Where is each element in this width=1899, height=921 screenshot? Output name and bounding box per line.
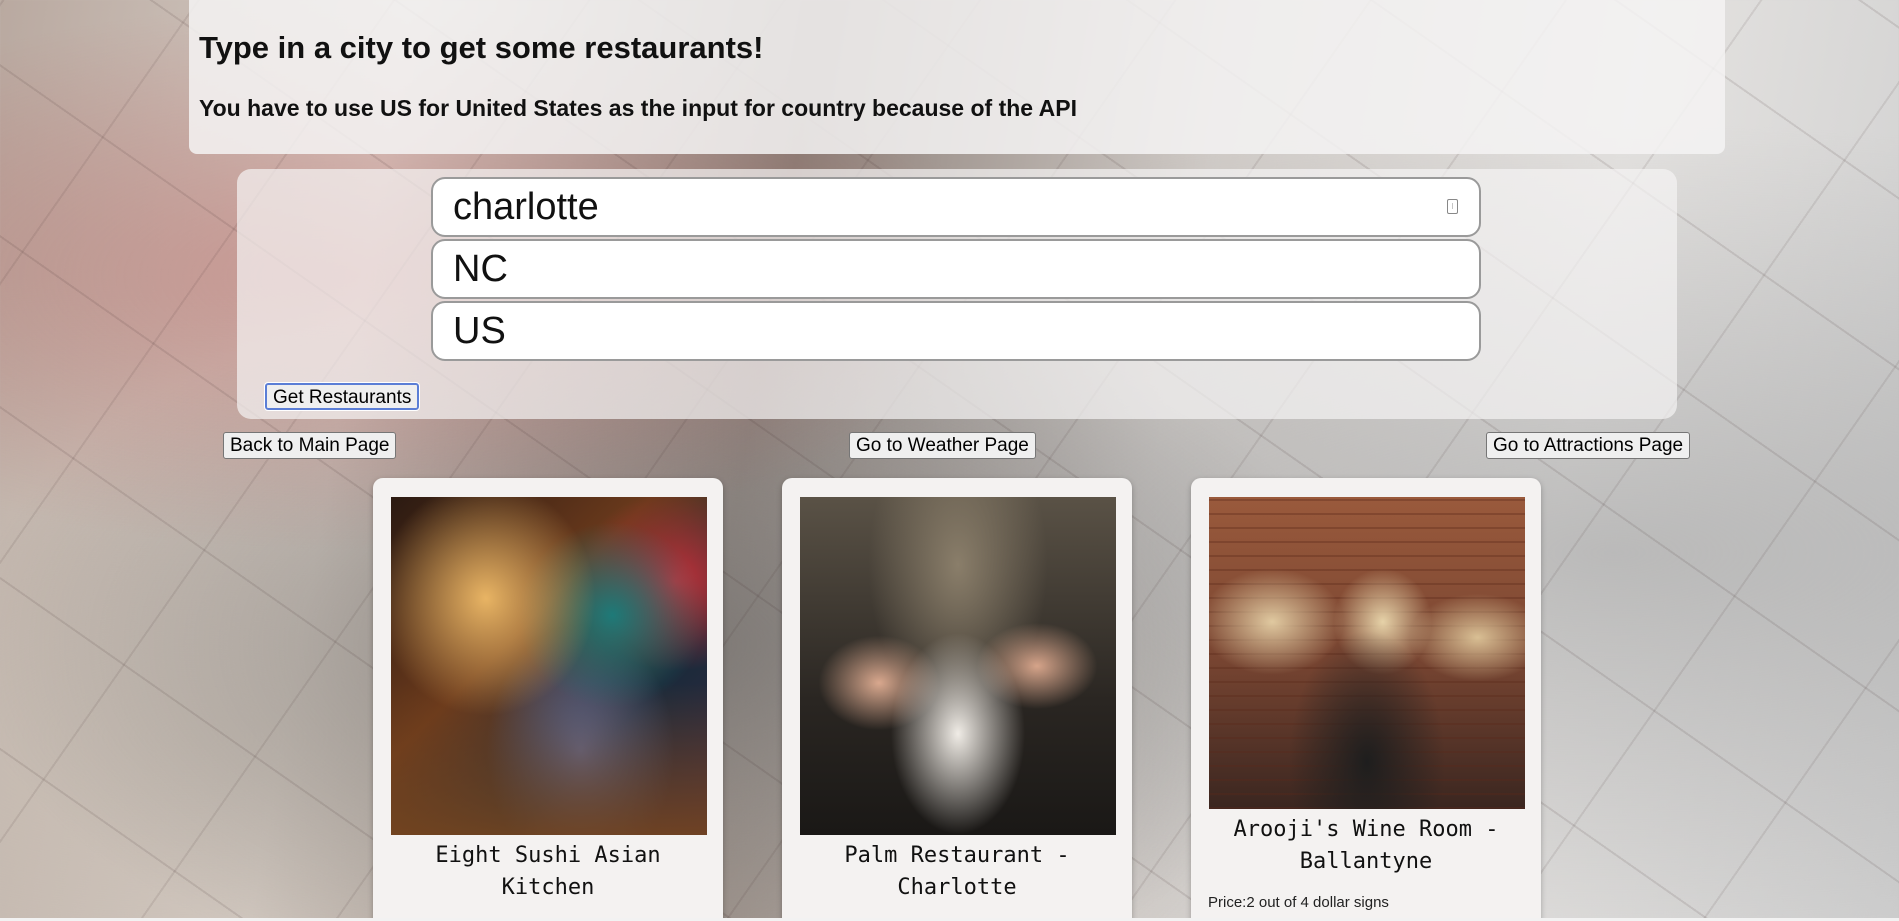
city-input[interactable] [431, 177, 1481, 237]
restaurant-photo [800, 497, 1116, 835]
restaurant-photo [391, 497, 707, 835]
state-input[interactable] [431, 239, 1481, 299]
weather-page-button[interactable]: Go to Weather Page [849, 432, 1036, 459]
restaurant-card: Eight Sushi Asian Kitchen [373, 478, 723, 921]
get-restaurants-button[interactable]: Get Restaurants [263, 382, 421, 411]
restaurant-photo [1209, 497, 1525, 809]
autofill-icon[interactable]: ⁝ [1447, 199, 1458, 214]
page-subtitle: You have to use US for United States as … [199, 95, 1077, 121]
restaurant-name: Palm Restaurant - Charlotte [844, 843, 1070, 900]
attractions-page-button[interactable]: Go to Attractions Page [1486, 432, 1691, 459]
restaurant-card: Palm Restaurant - Charlotte [782, 478, 1132, 921]
restaurant-name: Arooji's Wine Room - Ballantyne [1233, 817, 1499, 874]
restaurant-name: Eight Sushi Asian Kitchen [435, 843, 661, 900]
restaurant-price: Price:2 out of 4 dollar signs [1208, 894, 1389, 911]
header-panel [189, 0, 1725, 154]
country-input[interactable] [431, 301, 1481, 361]
restaurant-card: Arooji's Wine Room - Ballantyne Price:2 … [1191, 478, 1541, 921]
back-to-main-button[interactable]: Back to Main Page [223, 432, 397, 459]
page-title: Type in a city to get some restaurants! [199, 30, 764, 65]
